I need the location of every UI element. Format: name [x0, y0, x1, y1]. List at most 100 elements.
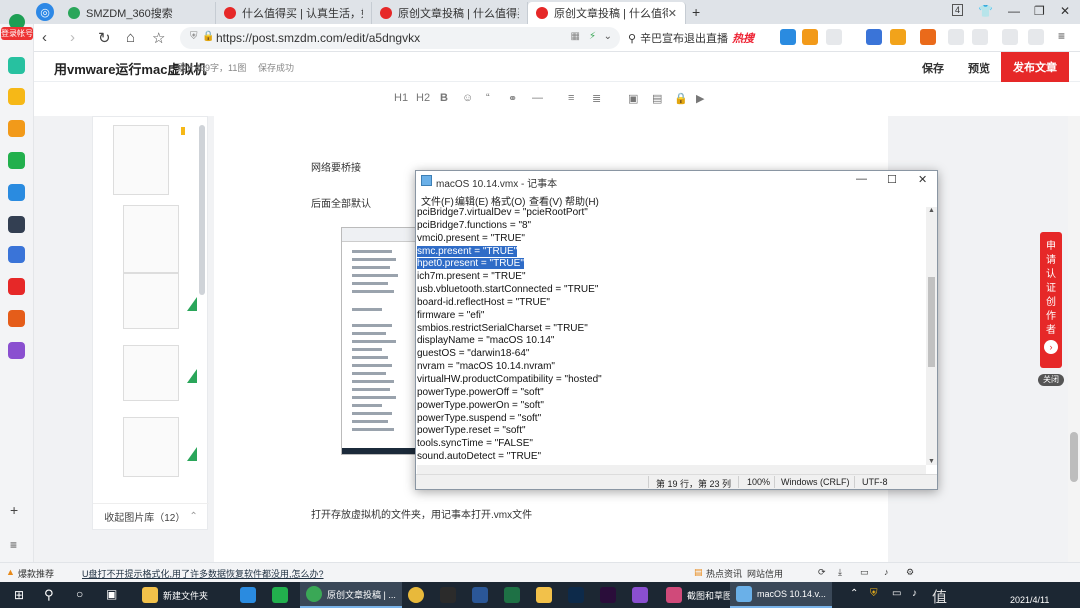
- sync-icon[interactable]: ⟳: [818, 567, 826, 578]
- windows-start-icon[interactable]: ⊞: [14, 588, 24, 602]
- unordered-list-button[interactable]: ≡: [568, 92, 574, 104]
- task-view-icon[interactable]: ▣: [106, 587, 117, 601]
- photoshop-icon[interactable]: [568, 587, 584, 603]
- menu-icon[interactable]: ≡: [1058, 29, 1065, 43]
- weibo-icon[interactable]: [8, 120, 25, 137]
- download-icon[interactable]: ⤓: [838, 567, 842, 578]
- notepad-line[interactable]: ich7m.present = "TRUE": [417, 271, 926, 284]
- bold-button[interactable]: B: [440, 92, 448, 104]
- close-tab-icon[interactable]: ✕: [668, 7, 677, 20]
- site-credit-link[interactable]: 网站信用: [747, 567, 783, 580]
- bookmark-star-icon[interactable]: ☆: [152, 29, 165, 47]
- hot-news-link[interactable]: 热点资讯: [706, 567, 742, 580]
- menu-file[interactable]: 文件(F): [421, 193, 454, 208]
- menu-help[interactable]: 帮助(H): [565, 193, 599, 208]
- tray-icon[interactable]: ▭: [892, 588, 901, 599]
- notepad-line[interactable]: hpet0.present = "TRUE": [417, 258, 926, 271]
- back-icon[interactable]: ‹: [42, 29, 47, 46]
- notepad-line[interactable]: nvram = "macOS 10.14.nvram": [417, 361, 926, 374]
- minimize-icon[interactable]: —: [1008, 4, 1020, 18]
- tray-icon[interactable]: ⌃: [850, 588, 858, 599]
- chevron-down-icon[interactable]: ⌄: [604, 31, 612, 42]
- collapse-gallery-button[interactable]: 收起图片库（12） ⌃: [93, 503, 209, 529]
- gallery-button[interactable]: ▤: [652, 92, 662, 105]
- word-icon[interactable]: [472, 587, 488, 603]
- menu-format[interactable]: 格式(O): [491, 193, 525, 208]
- scroll-up-icon[interactable]: ▲: [928, 207, 935, 214]
- notepad-line[interactable]: powerType.reset = "soft": [417, 425, 926, 438]
- new-tab-icon[interactable]: +: [692, 4, 700, 20]
- h1-button[interactable]: H1: [394, 92, 408, 104]
- lightning-icon[interactable]: ⚡: [589, 31, 596, 42]
- quote-button[interactable]: “: [486, 92, 490, 104]
- hot-search-badge[interactable]: 热搜: [732, 30, 754, 46]
- taskbar-app-browser[interactable]: 原创文章投稿 | ...: [300, 582, 402, 608]
- refresh-icon[interactable]: ↻: [98, 29, 111, 47]
- minimize-icon[interactable]: —: [856, 173, 867, 185]
- address-bar[interactable]: ⛨ 🔒 https://post.smzdm.com/edit/a5dngvkx…: [180, 27, 620, 49]
- horizontal-scrollbar[interactable]: [417, 465, 926, 474]
- close-window-icon[interactable]: ✕: [1060, 4, 1070, 18]
- folder-icon[interactable]: [536, 587, 552, 603]
- emoji-button[interactable]: ☺: [462, 92, 473, 104]
- maximize-icon[interactable]: ☐: [887, 173, 897, 186]
- paragraph[interactable]: 后面全部默认: [311, 195, 371, 210]
- gallery-scrollbar[interactable]: [199, 125, 205, 295]
- translate-icon[interactable]: [866, 29, 882, 45]
- menu-edit[interactable]: 编辑(E): [455, 193, 488, 208]
- restore-icon[interactable]: ❐: [1034, 4, 1045, 18]
- sound-icon[interactable]: ♪: [884, 567, 889, 577]
- news-headline[interactable]: U盘打不开提示格式化,用了许多数据恢复软件都没用,怎么办?: [82, 567, 324, 580]
- mail-icon[interactable]: [8, 152, 25, 169]
- game-icon[interactable]: [8, 310, 25, 327]
- browser-tab-1[interactable]: SMZDM_360搜索: [60, 2, 216, 24]
- chrome-icon[interactable]: [408, 587, 424, 603]
- panel-icon[interactable]: ▭: [860, 567, 869, 578]
- save-button[interactable]: 保存: [922, 60, 944, 76]
- notepad-line[interactable]: tools.syncTime = "FALSE": [417, 438, 926, 451]
- settings-icon[interactable]: ⚙: [906, 567, 914, 578]
- divider-button[interactable]: —: [532, 92, 543, 104]
- browser-tab-4[interactable]: 原创文章投稿 | 什么值得买 ✕: [528, 2, 686, 24]
- notepad-line[interactable]: sound.autoDetect = "TRUE": [417, 451, 926, 464]
- epic-icon[interactable]: [440, 587, 456, 603]
- login-badge[interactable]: 登录帐号: [1, 27, 33, 40]
- taskbar-app-icon[interactable]: [272, 587, 288, 603]
- scroll-thumb[interactable]: [928, 277, 935, 367]
- red-app-icon[interactable]: [8, 278, 25, 295]
- brightness-icon[interactable]: [1002, 29, 1018, 45]
- browser-tab-2[interactable]: 什么值得买 | 认真生活，好好花: [216, 2, 372, 24]
- browser-logo-icon[interactable]: ◎: [36, 3, 54, 21]
- image-button[interactable]: ▣: [628, 92, 638, 105]
- news-icon[interactable]: [8, 216, 25, 233]
- close-banner-button[interactable]: 关闭: [1038, 374, 1064, 386]
- vertical-scrollbar[interactable]: ▲ ▼: [926, 207, 937, 465]
- taskbar-app-snip[interactable]: 截图和草图: [660, 582, 738, 608]
- app-icon[interactable]: [8, 184, 25, 201]
- notepad-line[interactable]: vmci0.present = "TRUE": [417, 233, 926, 246]
- gallery-thumbnail[interactable]: [123, 345, 179, 401]
- notepad-window[interactable]: macOS 10.14.vmx - 记事本 — ☐ ✕ 文件(F) 编辑(E) …: [415, 170, 938, 490]
- add-circle-icon[interactable]: [8, 57, 25, 74]
- taskbar-date[interactable]: 2021/4/11: [1010, 595, 1049, 605]
- apps-grid-icon[interactable]: [972, 29, 988, 45]
- menu-view[interactable]: 查看(V): [529, 193, 562, 208]
- star-icon[interactable]: [8, 88, 25, 105]
- notepad-line[interactable]: guestOS = "darwin18-64": [417, 348, 926, 361]
- app-icon[interactable]: [632, 587, 648, 603]
- taskbar-search-icon[interactable]: ⚲: [44, 587, 54, 603]
- game2-icon[interactable]: [8, 342, 25, 359]
- excel-icon[interactable]: [504, 587, 520, 603]
- close-icon[interactable]: ✕: [918, 173, 927, 186]
- product-card-button[interactable]: 🔒: [674, 92, 688, 105]
- article-image[interactable]: [341, 227, 418, 455]
- page-scrollbar[interactable]: [1068, 116, 1080, 562]
- premiere-icon[interactable]: [600, 587, 616, 603]
- link-button[interactable]: ⚭: [508, 92, 517, 105]
- list-icon[interactable]: ≡: [10, 538, 17, 552]
- grid-icon[interactable]: ▦: [571, 31, 580, 42]
- page-scroll-thumb[interactable]: [1070, 432, 1078, 482]
- extension-icon-1[interactable]: [780, 29, 796, 45]
- shield-extension-icon[interactable]: [890, 29, 906, 45]
- extension-icon-2[interactable]: [802, 29, 818, 45]
